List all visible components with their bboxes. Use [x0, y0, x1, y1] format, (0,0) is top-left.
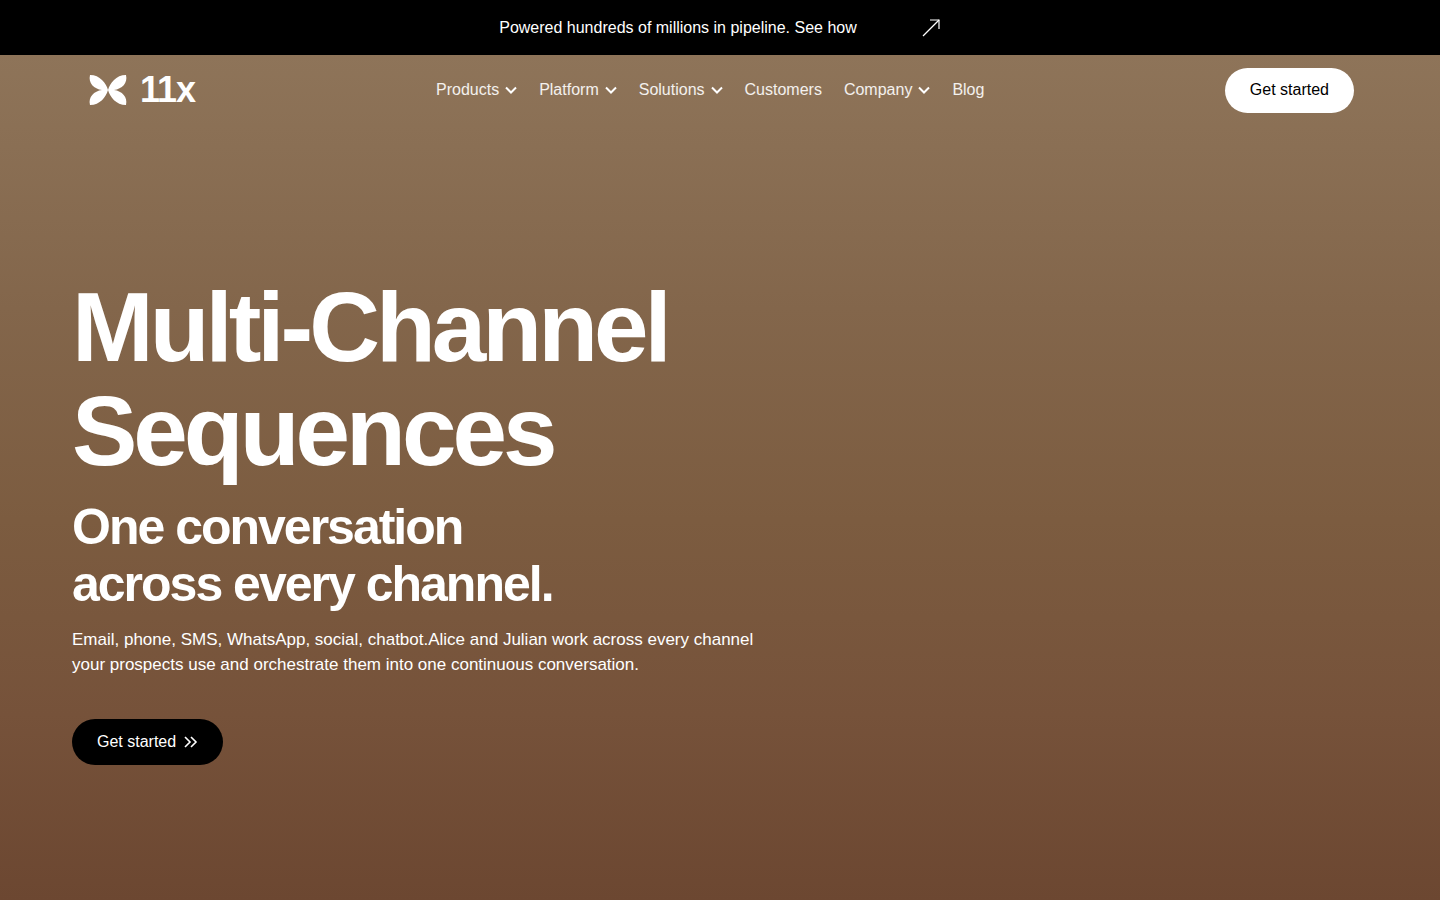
- subtitle-line: One conversation: [72, 499, 1440, 556]
- logo-icon: [86, 73, 130, 107]
- nav-item[interactable]: Blog: [952, 78, 984, 102]
- double-chevron-icon: [184, 736, 198, 748]
- site-header: 11x Products Platform Solutions Customers Com…: [0, 55, 1440, 125]
- hero-title: Multi-ChannelSequences: [72, 275, 1440, 483]
- subtitle-line: across every channel.: [72, 556, 1440, 613]
- nav-label: Company: [844, 78, 912, 102]
- nav-item[interactable]: Solutions: [639, 78, 723, 102]
- title-line: Sequences: [72, 379, 1440, 483]
- nav-item[interactable]: Company: [844, 78, 930, 102]
- chevron-down-icon: [505, 86, 517, 94]
- chevron-down-icon: [711, 86, 723, 94]
- nav-label: Solutions: [639, 78, 705, 102]
- nav-label: Blog: [952, 78, 984, 102]
- arrow-icon: [921, 18, 941, 38]
- hero-section: 11x Products Platform Solutions Customers Com…: [0, 55, 1440, 900]
- announcement-bar[interactable]: Powered hundreds of millions in pipeline…: [0, 0, 1440, 55]
- get-started-button[interactable]: Get started: [1225, 68, 1354, 113]
- announcement-text[interactable]: Powered hundreds of millions in pipeline…: [499, 16, 857, 40]
- nav-label: Customers: [745, 78, 822, 102]
- main-nav: Products Platform Solutions Customers Compan…: [436, 78, 984, 102]
- nav-item[interactable]: Platform: [539, 78, 617, 102]
- hero-description: Email, phone, SMS, WhatsApp, social, cha…: [72, 627, 772, 677]
- hero-subtitle: One conversationacross every channel.: [72, 499, 1440, 613]
- nav-item[interactable]: Products: [436, 78, 517, 102]
- nav-label: Products: [436, 78, 499, 102]
- cta-label: Get started: [97, 730, 176, 754]
- logo-text: 11x: [140, 72, 195, 108]
- chevron-down-icon: [605, 86, 617, 94]
- nav-item[interactable]: Customers: [745, 78, 822, 102]
- hero-cta-button[interactable]: Get started: [72, 719, 223, 765]
- title-line: Multi-Channel: [72, 275, 1440, 379]
- hero-content: Multi-ChannelSequences One conversationac…: [0, 125, 1440, 765]
- nav-label: Platform: [539, 78, 599, 102]
- chevron-down-icon: [918, 86, 930, 94]
- logo[interactable]: 11x: [86, 72, 386, 108]
